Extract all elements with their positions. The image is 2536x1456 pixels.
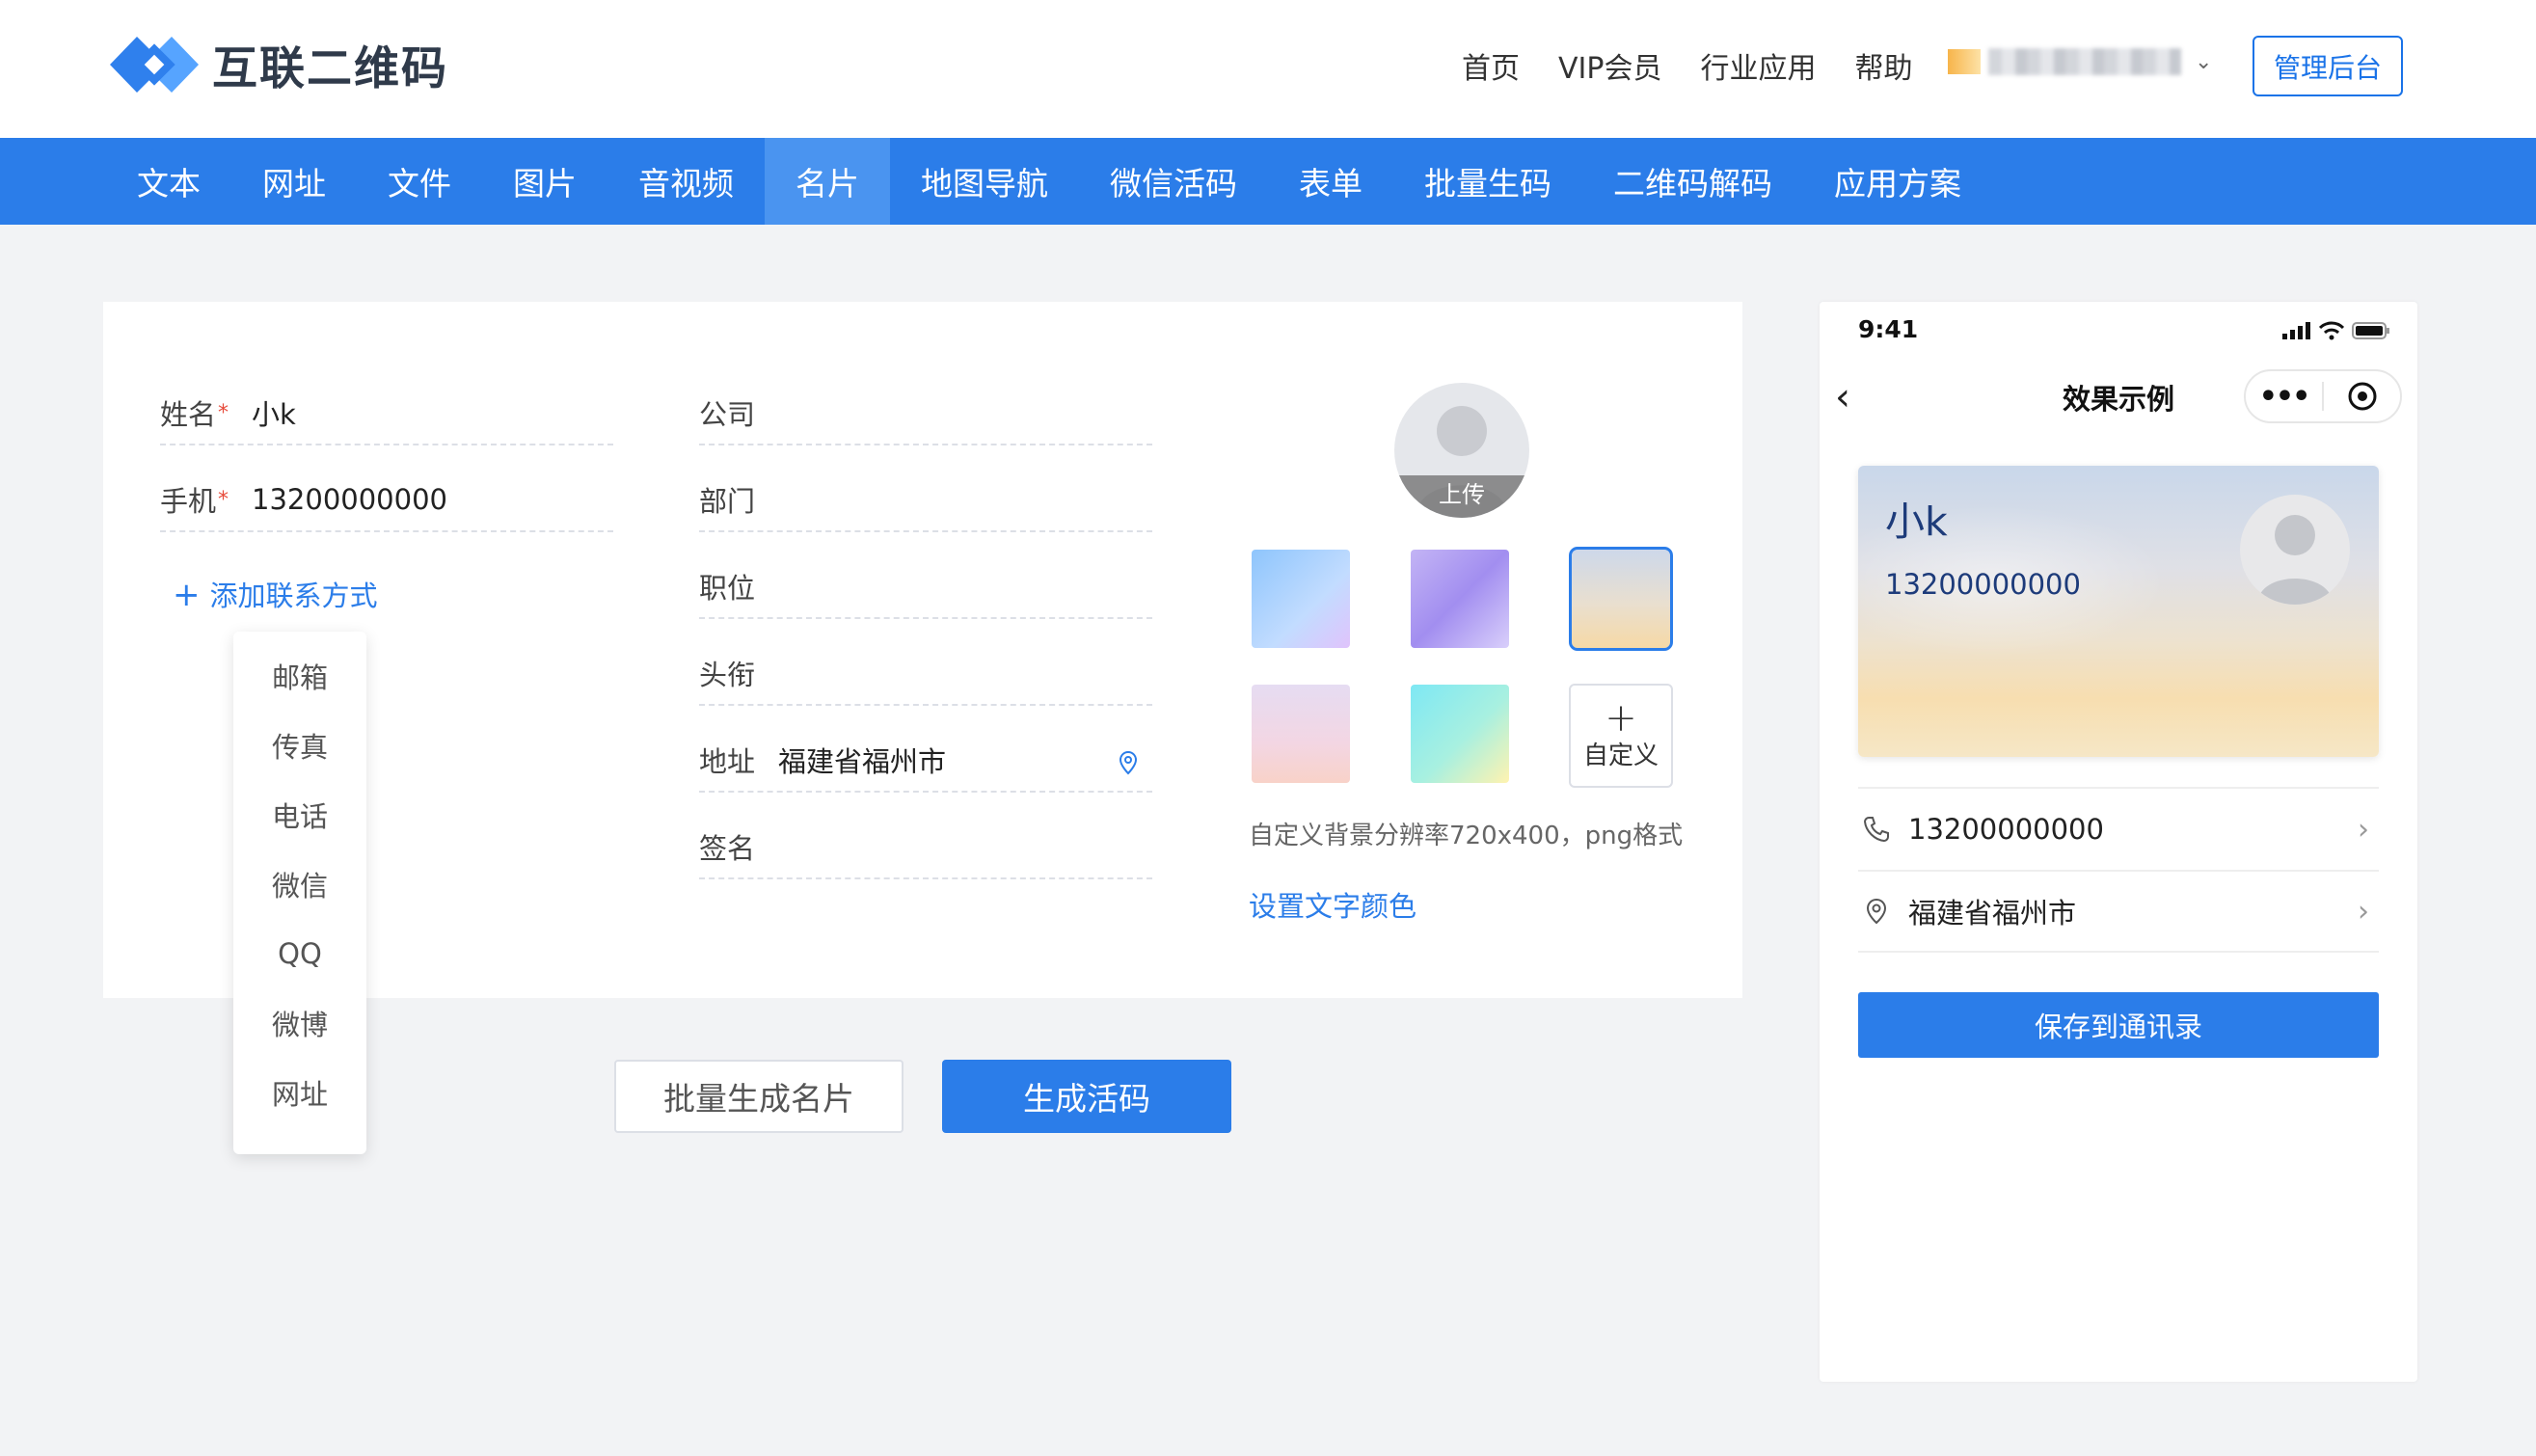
background-option-aqua[interactable]: [1411, 685, 1509, 783]
tab-form[interactable]: 表单: [1268, 138, 1393, 225]
mobile-label: 手机: [160, 485, 217, 518]
status-time: 9:41: [1858, 315, 1919, 343]
background-option-blue[interactable]: [1252, 550, 1350, 648]
preview-address-text: 福建省福州市: [1908, 897, 2077, 930]
location-icon: [1866, 898, 1887, 925]
card-phone: 13200000000: [1885, 568, 2081, 601]
more-icon[interactable]: •••: [2246, 380, 2322, 414]
background-option-sunset[interactable]: [1569, 547, 1673, 651]
option-email[interactable]: 邮箱: [233, 641, 366, 711]
person-icon: [2257, 515, 2333, 605]
business-card-preview: 小k 13200000000: [1858, 466, 2379, 757]
generate-button[interactable]: 生成活码: [942, 1060, 1231, 1133]
add-contact-label: 添加联系方式: [209, 580, 378, 612]
background-hint: 自定义背景分辨率720x400，png格式: [1249, 822, 1684, 850]
upload-label: 上传: [1394, 475, 1529, 518]
phone-preview: 9:41 ‹ 效果示例 ••• 小k 13200000000 132000000…: [1820, 302, 2417, 1382]
tab-wechat[interactable]: 微信活码: [1079, 138, 1268, 225]
position-field[interactable]: 职位: [699, 555, 1152, 619]
option-weibo[interactable]: 微博: [233, 988, 366, 1058]
battery-icon: [2352, 322, 2389, 339]
chevron-right-icon: ›: [2358, 812, 2369, 847]
user-avatar: [1948, 49, 1981, 74]
tab-vcard[interactable]: 名片: [765, 138, 890, 225]
background-option-purple[interactable]: [1411, 550, 1509, 648]
user-name-blurred: [1988, 48, 2181, 75]
tab-url[interactable]: 网址: [231, 138, 357, 225]
nav-industry[interactable]: 行业应用: [1700, 44, 1816, 87]
location-icon[interactable]: [1118, 750, 1139, 775]
name-label: 姓名: [160, 398, 217, 431]
custom-label: 自定义: [1582, 741, 1659, 770]
nav-vip[interactable]: VIP会员: [1558, 44, 1661, 87]
preview-phone-text: 13200000000: [1908, 813, 2104, 846]
mobile-field[interactable]: 手机 * 13200000000: [160, 469, 613, 532]
name-field[interactable]: 姓名 * 小k: [160, 382, 613, 445]
mobile-input[interactable]: 13200000000: [252, 483, 447, 516]
user-menu[interactable]: ⌄: [1948, 48, 2212, 75]
option-qq[interactable]: QQ: [233, 919, 366, 988]
tab-batch[interactable]: 批量生码: [1393, 138, 1582, 225]
tab-decode[interactable]: 二维码解码: [1582, 138, 1803, 225]
plus-icon: +: [1605, 695, 1637, 741]
save-to-contacts-button[interactable]: 保存到通讯录: [1858, 992, 2379, 1058]
custom-background-button[interactable]: + 自定义: [1569, 684, 1673, 788]
position-label: 职位: [699, 572, 756, 605]
admin-button[interactable]: 管理后台: [2253, 36, 2403, 96]
address-input[interactable]: 福建省福州市: [778, 740, 946, 780]
mini-program-capsule: •••: [2244, 369, 2402, 423]
brand-name: 互联二维码: [212, 42, 448, 95]
option-fax[interactable]: 传真: [233, 711, 366, 780]
wifi-icon: [2319, 321, 2344, 340]
card-avatar: [2240, 495, 2350, 605]
chevron-right-icon: ›: [2358, 894, 2369, 929]
vcard-form-panel: 姓名 * 小k 手机 * 13200000000 + 添加联系方式 邮箱 传真 电话 …: [103, 302, 1742, 1154]
option-wechat[interactable]: 微信: [233, 849, 366, 919]
phone-icon: [1863, 817, 1889, 843]
logo-icon: [110, 36, 199, 93]
department-field[interactable]: 部门: [699, 469, 1152, 532]
plus-icon: +: [173, 576, 201, 614]
avatar-upload[interactable]: 上传: [1394, 383, 1529, 518]
tab-map[interactable]: 地图导航: [890, 138, 1079, 225]
set-text-color-link[interactable]: 设置文字颜色: [1249, 884, 1416, 925]
tab-image[interactable]: 图片: [482, 138, 607, 225]
preview-phone-row[interactable]: 13200000000 ›: [1858, 787, 2379, 870]
department-label: 部门: [699, 485, 756, 518]
tab-file[interactable]: 文件: [357, 138, 482, 225]
company-field[interactable]: 公司: [699, 382, 1152, 445]
add-contact-button[interactable]: + 添加联系方式: [173, 574, 378, 614]
site-header: 互联二维码 首页 VIP会员 行业应用 帮助 ⌄ 管理后台: [0, 0, 2536, 138]
background-option-pink[interactable]: [1252, 685, 1350, 783]
chevron-down-icon: ⌄: [2195, 49, 2213, 74]
tab-av[interactable]: 音视频: [607, 138, 765, 225]
option-website[interactable]: 网址: [233, 1058, 366, 1127]
required-mark: *: [218, 400, 229, 425]
signature-label: 签名: [699, 832, 756, 865]
name-input[interactable]: 小k: [252, 392, 296, 433]
company-label: 公司: [699, 398, 756, 431]
status-icons: [2282, 321, 2390, 340]
preview-address-row[interactable]: 福建省福州市 ›: [1858, 870, 2379, 953]
tab-solutions[interactable]: 应用方案: [1803, 138, 1992, 225]
signal-icon: [2282, 322, 2310, 339]
required-mark: *: [218, 487, 229, 512]
target-icon: [2348, 382, 2376, 411]
tab-text[interactable]: 文本: [106, 138, 231, 225]
logo[interactable]: 互联二维码: [106, 31, 448, 97]
address-label: 地址: [699, 745, 756, 778]
category-tabs: 文本 网址 文件 图片 音视频 名片 地图导航 微信活码 表单 批量生码 二维码…: [0, 138, 2536, 225]
signature-field[interactable]: 签名: [699, 816, 1152, 879]
address-field[interactable]: 地址 福建省福州市: [699, 729, 1152, 793]
nav-home[interactable]: 首页: [1462, 44, 1520, 87]
top-nav: 首页 VIP会员 行业应用 帮助: [1462, 44, 1912, 87]
contact-type-dropdown: 邮箱 传真 电话 微信 QQ 微博 网址: [233, 632, 366, 1154]
close-circle-icon[interactable]: [2324, 381, 2400, 412]
card-name: 小k: [1885, 499, 1948, 545]
nav-help[interactable]: 帮助: [1854, 44, 1912, 87]
option-phone[interactable]: 电话: [233, 780, 366, 849]
batch-generate-button[interactable]: 批量生成名片: [614, 1060, 904, 1133]
title-field[interactable]: 头衔: [699, 642, 1152, 706]
title-label: 头衔: [699, 659, 756, 691]
